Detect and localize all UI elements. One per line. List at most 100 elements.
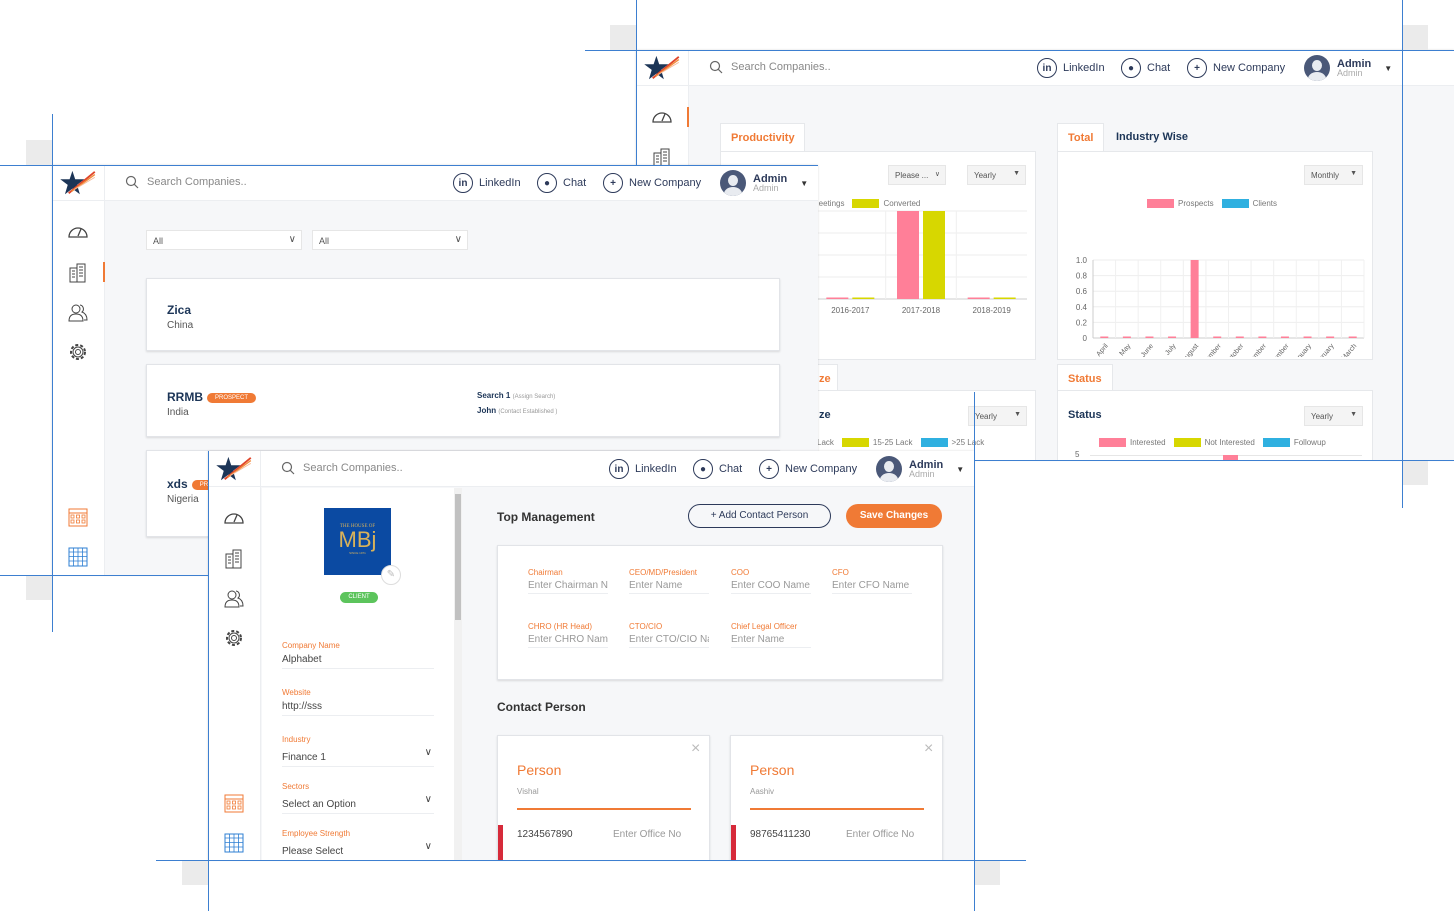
management-field[interactable]: COO Enter COO Name — [731, 568, 811, 594]
contact-name[interactable]: Vishal — [517, 787, 539, 796]
management-field[interactable]: Chief Legal Officer Enter Name — [731, 622, 811, 648]
field-label: CFO — [832, 568, 849, 577]
company-card[interactable]: Zica China — [146, 278, 780, 351]
calendar-icon[interactable] — [67, 506, 89, 528]
filter-select-2[interactable]: All ∨ — [312, 230, 468, 250]
field-input[interactable]: Enter Chairman Name — [528, 580, 608, 591]
field-input[interactable]: Enter CTO/CIO Name — [629, 634, 709, 645]
new-company-button[interactable]: + New Company — [1187, 58, 1285, 78]
settings-gear-icon[interactable] — [223, 627, 245, 649]
grid-icon[interactable] — [67, 546, 89, 568]
website-field[interactable]: Website http://sss — [282, 688, 434, 716]
app-logo[interactable] — [636, 50, 689, 86]
search-input[interactable]: Search Companies.. — [147, 176, 247, 188]
field-label: Chairman — [528, 568, 563, 577]
x-tick-label: December — [1264, 342, 1291, 357]
field-value[interactable]: http://sss — [282, 701, 434, 712]
dashboard-icon[interactable] — [67, 221, 89, 243]
management-field[interactable]: CFO Enter CFO Name — [832, 568, 912, 594]
chat-icon: ● — [693, 459, 713, 479]
bar-meetings — [967, 297, 990, 299]
dashboard-icon[interactable] — [223, 507, 245, 529]
new-company-button[interactable]: + New Company — [603, 173, 701, 193]
users-icon[interactable] — [67, 301, 89, 323]
phone-flag-marker — [731, 825, 736, 860]
companies-icon[interactable] — [67, 261, 89, 283]
search-input[interactable]: Search Companies.. — [303, 462, 403, 474]
users-icon[interactable] — [223, 587, 245, 609]
company-card[interactable]: RRMB PROSPECT India Search 1 (Assign Sear… — [146, 364, 780, 437]
contact-note: (Contact Established ) — [498, 409, 558, 415]
scrollbar[interactable] — [454, 488, 462, 860]
company-name-field[interactable]: Company Name Alphabet — [282, 641, 434, 669]
new-company-button[interactable]: + New Company — [759, 459, 857, 479]
productivity-period-select[interactable]: Yearly ▼ — [967, 165, 1026, 185]
field-input[interactable]: Enter CFO Name — [832, 580, 912, 591]
user-menu[interactable]: Admin Admin ▼ — [720, 170, 808, 196]
total-period-select[interactable]: Monthly ▼ — [1304, 165, 1363, 185]
close-icon[interactable]: × — [924, 740, 933, 758]
caret-down-icon: ▼ — [800, 178, 809, 188]
tab-productivity[interactable]: Productivity — [720, 123, 805, 152]
phone-input[interactable]: 1234567890 — [517, 829, 573, 840]
company-activity: Search 1 (Assign Search) John (Contact E… — [477, 389, 557, 419]
app-logo[interactable] — [52, 165, 105, 201]
chat-button[interactable]: ● Chat — [693, 459, 742, 479]
field-value[interactable]: Alphabet — [282, 654, 434, 665]
x-tick-label: 2016-2017 — [831, 306, 870, 315]
management-field[interactable]: CTO/CIO Enter CTO/CIO Name — [629, 622, 709, 648]
tab-status[interactable]: Status — [1057, 364, 1113, 391]
field-input[interactable]: Enter Name — [629, 580, 709, 591]
edit-logo-pencil-icon[interactable]: ✎ — [381, 565, 401, 585]
size-period-select[interactable]: Yearly ▼ — [968, 406, 1027, 426]
filter-select-1[interactable]: All ∨ — [146, 230, 302, 250]
search-name: Search 1 — [477, 391, 511, 400]
size-card: ze Yearly ▼ Lack 15-25 Lack >25 Lack — [786, 390, 1036, 460]
management-field[interactable]: CHRO (HR Head) Enter CHRO Name — [528, 622, 608, 648]
linkedin-button[interactable]: in LinkedIn — [1037, 58, 1105, 78]
linkedin-button[interactable]: in LinkedIn — [609, 459, 677, 479]
field-input[interactable]: Enter Name — [731, 634, 811, 645]
app-logo[interactable] — [208, 451, 261, 487]
phone-input[interactable]: 98765411230 — [750, 829, 810, 840]
management-field[interactable]: CEO/MD/President Enter Name — [629, 568, 709, 594]
field-input[interactable]: Enter COO Name — [731, 580, 811, 591]
total-card: Monthly ▼ Prospects Clients 0 0.2 0.4 0.6 0.8… — [1057, 151, 1373, 360]
user-menu[interactable]: Admin Admin ▼ — [1304, 55, 1392, 81]
bar-prospects — [1348, 336, 1357, 338]
productivity-filter-select[interactable]: Please ... ∨ — [888, 165, 946, 185]
field-input[interactable]: Enter CHRO Name — [528, 634, 608, 645]
chat-button[interactable]: ● Chat — [537, 173, 586, 193]
office-no-input[interactable]: Enter Office No — [846, 829, 926, 840]
chat-button[interactable]: ● Chat — [1121, 58, 1170, 78]
contact-name[interactable]: Aashiv — [750, 787, 774, 796]
save-changes-button[interactable]: Save Changes — [846, 504, 942, 528]
settings-gear-icon[interactable] — [67, 341, 89, 363]
bar-prospects — [1213, 336, 1222, 338]
search-input[interactable]: Search Companies.. — [731, 61, 831, 73]
caret-down-icon: ▼ — [1384, 63, 1393, 73]
chevron-down-icon: ∨ — [288, 234, 296, 245]
tab-industry-wise[interactable]: Industry Wise — [1116, 131, 1188, 143]
grid-icon[interactable] — [223, 832, 245, 854]
companies-icon[interactable] — [223, 547, 245, 569]
legend-label: Lack — [817, 438, 834, 448]
office-no-input[interactable]: Enter Office No — [613, 829, 693, 840]
contact-name: John — [477, 406, 497, 415]
tab-total[interactable]: Total — [1057, 123, 1104, 152]
industry-select[interactable]: Industry Finance 1 ∨ — [282, 735, 434, 767]
management-field[interactable]: Chairman Enter Chairman Name — [528, 568, 608, 594]
guide-line — [1402, 0, 1403, 508]
button-label: Add Contact Person — [718, 510, 809, 521]
bar-converted — [993, 297, 1016, 299]
linkedin-button[interactable]: in LinkedIn — [453, 173, 521, 193]
close-icon[interactable]: × — [691, 740, 700, 758]
status-period-select[interactable]: Yearly ▼ — [1304, 406, 1363, 426]
contact-title: Person — [750, 762, 795, 778]
sectors-select[interactable]: Sectors Select an Option ∨ — [282, 782, 434, 814]
employee-strength-select[interactable]: Employee Strength Please Select ∨ — [282, 829, 434, 860]
user-menu[interactable]: Admin Admin ▼ — [876, 456, 964, 482]
dashboard-icon[interactable] — [651, 106, 673, 128]
calendar-icon[interactable] — [223, 792, 245, 814]
add-contact-person-button[interactable]: + Add Contact Person — [688, 504, 831, 528]
